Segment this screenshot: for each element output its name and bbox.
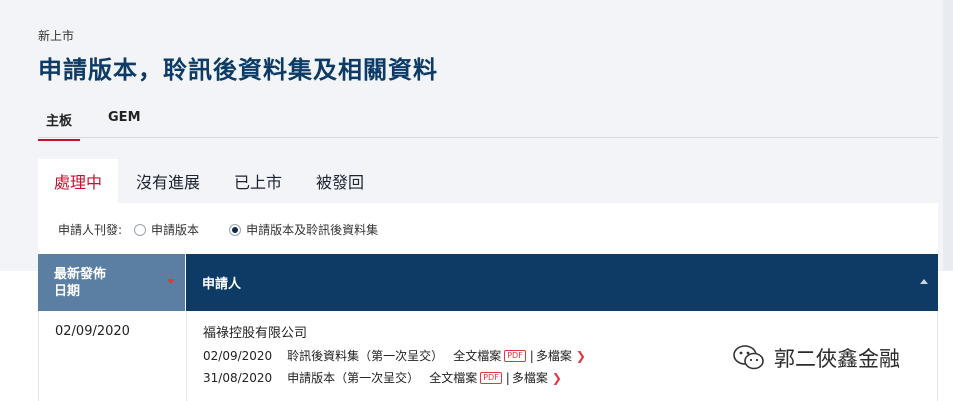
document-type: 申請版本（第一次呈交） <box>287 371 420 385</box>
date-header-line1: 最新發佈 <box>54 267 107 282</box>
tab-listed[interactable]: 已上市 <box>218 159 298 203</box>
pdf-icon[interactable]: PDF <box>504 349 526 362</box>
page-title: 申請版本，聆訊後資料集及相關資料 <box>38 56 438 84</box>
tab-returned[interactable]: 被發回 <box>300 159 380 203</box>
tab-inactive[interactable]: 沒有進展 <box>120 159 216 203</box>
chevron-right-icon[interactable]: ❯ <box>576 349 586 363</box>
sort-asc-icon <box>920 279 928 284</box>
column-header-applicant[interactable]: 申請人 <box>186 254 938 311</box>
pdf-icon[interactable]: PDF <box>480 371 502 384</box>
row-date: 02/09/2020 <box>39 311 187 401</box>
radio-button-checked[interactable] <box>229 223 242 236</box>
scrollbar[interactable] <box>943 0 953 271</box>
divider <box>38 137 938 138</box>
document-date: 02/09/2020 <box>203 348 273 363</box>
breadcrumb[interactable]: 新上市 <box>38 27 74 44</box>
market-tabs: 主板 GEM <box>38 106 169 141</box>
full-text-link[interactable]: 全文檔案 <box>453 347 501 364</box>
chevron-right-icon[interactable]: ❯ <box>552 371 562 385</box>
wechat-icon <box>733 345 764 370</box>
radio-application-and-phip[interactable]: 申請版本及聆訊後資料集 <box>229 221 378 238</box>
filter-row: 申請人刊發: 申請版本 申請版本及聆訊後資料集 <box>58 221 396 238</box>
radio-button[interactable] <box>134 223 147 236</box>
tab-processing[interactable]: 處理中 <box>38 159 119 203</box>
separator: | <box>529 348 534 363</box>
table-header: 最新發佈 日期 申請人 <box>38 254 938 311</box>
full-text-link[interactable]: 全文檔案 <box>429 369 477 386</box>
column-header-date[interactable]: 最新發佈 日期 <box>38 254 185 311</box>
date-header-line2: 日期 <box>54 284 81 299</box>
applicant-header-label: 申請人 <box>202 277 242 292</box>
document-date: 31/08/2020 <box>203 370 273 385</box>
watermark-text: 郭二俠鑫金融 <box>774 347 900 371</box>
status-tabs: 處理中 沒有進展 已上市 被發回 <box>38 159 382 203</box>
sort-desc-icon <box>167 279 175 284</box>
filter-label: 申請人刊發: <box>58 223 123 237</box>
tab-main-board[interactable]: 主板 <box>38 106 81 141</box>
radio-label: 申請版本 <box>151 223 200 237</box>
document-type: 聆訊後資料集（第一次呈交） <box>287 349 444 363</box>
separator: | <box>505 370 510 385</box>
watermark: 郭二俠鑫金融 <box>732 343 900 373</box>
radio-application-proof[interactable]: 申請版本 <box>134 221 199 238</box>
multi-files-link[interactable]: 多檔案 <box>536 347 572 364</box>
tab-gem[interactable]: GEM <box>100 106 149 141</box>
company-name: 福祿控股有限公司 <box>203 326 308 341</box>
multi-files-link[interactable]: 多檔案 <box>512 369 548 386</box>
radio-label: 申請版本及聆訊後資料集 <box>246 223 379 237</box>
